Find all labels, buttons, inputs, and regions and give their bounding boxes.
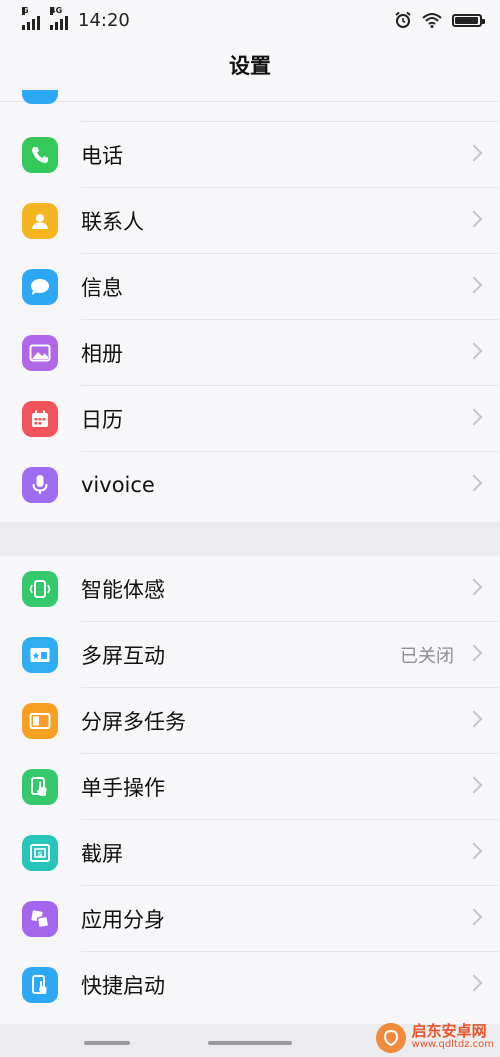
chevron-right-icon	[465, 408, 483, 426]
status-value: 已关闭	[400, 646, 454, 667]
chevron-right-icon	[465, 144, 483, 162]
header-divider	[0, 101, 500, 102]
battery-level	[455, 16, 478, 24]
watermark-logo	[375, 1023, 406, 1053]
settings-item-label: 信息	[81, 276, 123, 300]
status-bar: G 4G 14:20	[0, 0, 500, 40]
settings-item-split-screen[interactable]: 分屏多任务	[0, 688, 500, 754]
settings-item-label: vivoice	[81, 473, 155, 497]
settings-item-messages[interactable]: 信息	[0, 254, 500, 320]
settings-item-label: 联系人	[81, 210, 144, 234]
signal-icon: G	[22, 6, 40, 30]
chevron-right-icon	[465, 842, 483, 860]
watermark-url: www.qdltdz.com	[411, 1039, 494, 1050]
album-icon	[22, 335, 58, 371]
status-left: G 4G 14:20	[22, 6, 130, 31]
settings-item-quick-launch[interactable]: 快捷启动	[0, 952, 500, 1018]
svg-text:S: S	[37, 850, 42, 858]
partial-row-icon	[22, 90, 58, 104]
settings-item-vivoice[interactable]: vivoice	[0, 452, 500, 518]
phone-icon	[22, 137, 58, 173]
watermark-name: 启东安卓网	[411, 1022, 487, 1040]
battery-icon	[452, 13, 485, 27]
settings-item-contacts[interactable]: 联系人	[0, 188, 500, 254]
settings-item-label: 应用分身	[81, 908, 165, 932]
watermark: 启东安卓网 www.qdltdz.com	[375, 1023, 494, 1053]
settings-item-multi-screen[interactable]: 多屏互动 已关闭	[0, 622, 500, 688]
chevron-right-icon	[465, 342, 483, 360]
chevron-right-icon	[465, 474, 483, 492]
settings-item-calendar[interactable]: 日历	[0, 386, 500, 452]
chevron-right-icon	[465, 210, 483, 228]
network-type-label: 4G	[50, 6, 63, 15]
one-hand-icon	[22, 769, 58, 805]
settings-group-features: 智能体感 多屏互动 已关闭 分屏多任务 单手操作 S 截屏 应用分身 快捷启动	[0, 556, 500, 1018]
wifi-icon	[422, 13, 442, 28]
settings-item-label: 电话	[81, 144, 123, 168]
calendar-icon	[22, 401, 58, 437]
signal-icon: 4G	[50, 6, 68, 30]
chevron-right-icon	[465, 710, 483, 728]
settings-item-app-clone[interactable]: 应用分身	[0, 886, 500, 952]
settings-item-phone[interactable]: 电话	[0, 122, 500, 188]
settings-group-apps: 电话 联系人 信息 相册 日历 vivoice	[0, 122, 500, 518]
settings-item-screenshot[interactable]: S 截屏	[0, 820, 500, 886]
page-title: 设置	[229, 54, 271, 78]
settings-item-album[interactable]: 相册	[0, 320, 500, 386]
microphone-icon	[22, 467, 58, 503]
screen-cast-icon	[22, 637, 58, 673]
split-screen-icon	[22, 703, 58, 739]
settings-item-label: 截屏	[81, 842, 123, 866]
settings-item-label: 单手操作	[81, 776, 165, 800]
network-type-label: G	[22, 6, 29, 15]
settings-item-smart-motion[interactable]: 智能体感	[0, 556, 500, 622]
chevron-right-icon	[465, 908, 483, 926]
watermark-text: 启东安卓网 www.qdltdz.com	[412, 1024, 494, 1052]
settings-item-label: 相册	[81, 342, 123, 366]
settings-item-label: 多屏互动	[81, 644, 165, 668]
motion-icon	[22, 571, 58, 607]
nav-indicator-home[interactable]	[208, 1041, 292, 1045]
chevron-right-icon	[465, 578, 483, 596]
status-right	[394, 11, 485, 29]
chevron-right-icon	[465, 276, 483, 294]
app-clone-icon	[22, 901, 58, 937]
quick-launch-icon	[22, 967, 58, 1003]
chevron-right-icon	[465, 644, 483, 662]
chevron-right-icon	[465, 974, 483, 992]
message-icon	[22, 269, 58, 305]
settings-item-label: 快捷启动	[81, 974, 165, 998]
settings-item-label: 分屏多任务	[81, 710, 186, 734]
settings-item-one-hand[interactable]: 单手操作	[0, 754, 500, 820]
settings-item-label: 日历	[81, 408, 123, 432]
settings-item-label: 智能体感	[81, 578, 165, 602]
clock: 14:20	[78, 9, 130, 31]
screenshot-icon: S	[22, 835, 58, 871]
chevron-right-icon	[465, 776, 483, 794]
section-divider	[0, 522, 500, 556]
alarm-icon	[395, 11, 411, 28]
nav-indicator-left[interactable]	[84, 1041, 130, 1045]
contact-icon	[22, 203, 58, 239]
